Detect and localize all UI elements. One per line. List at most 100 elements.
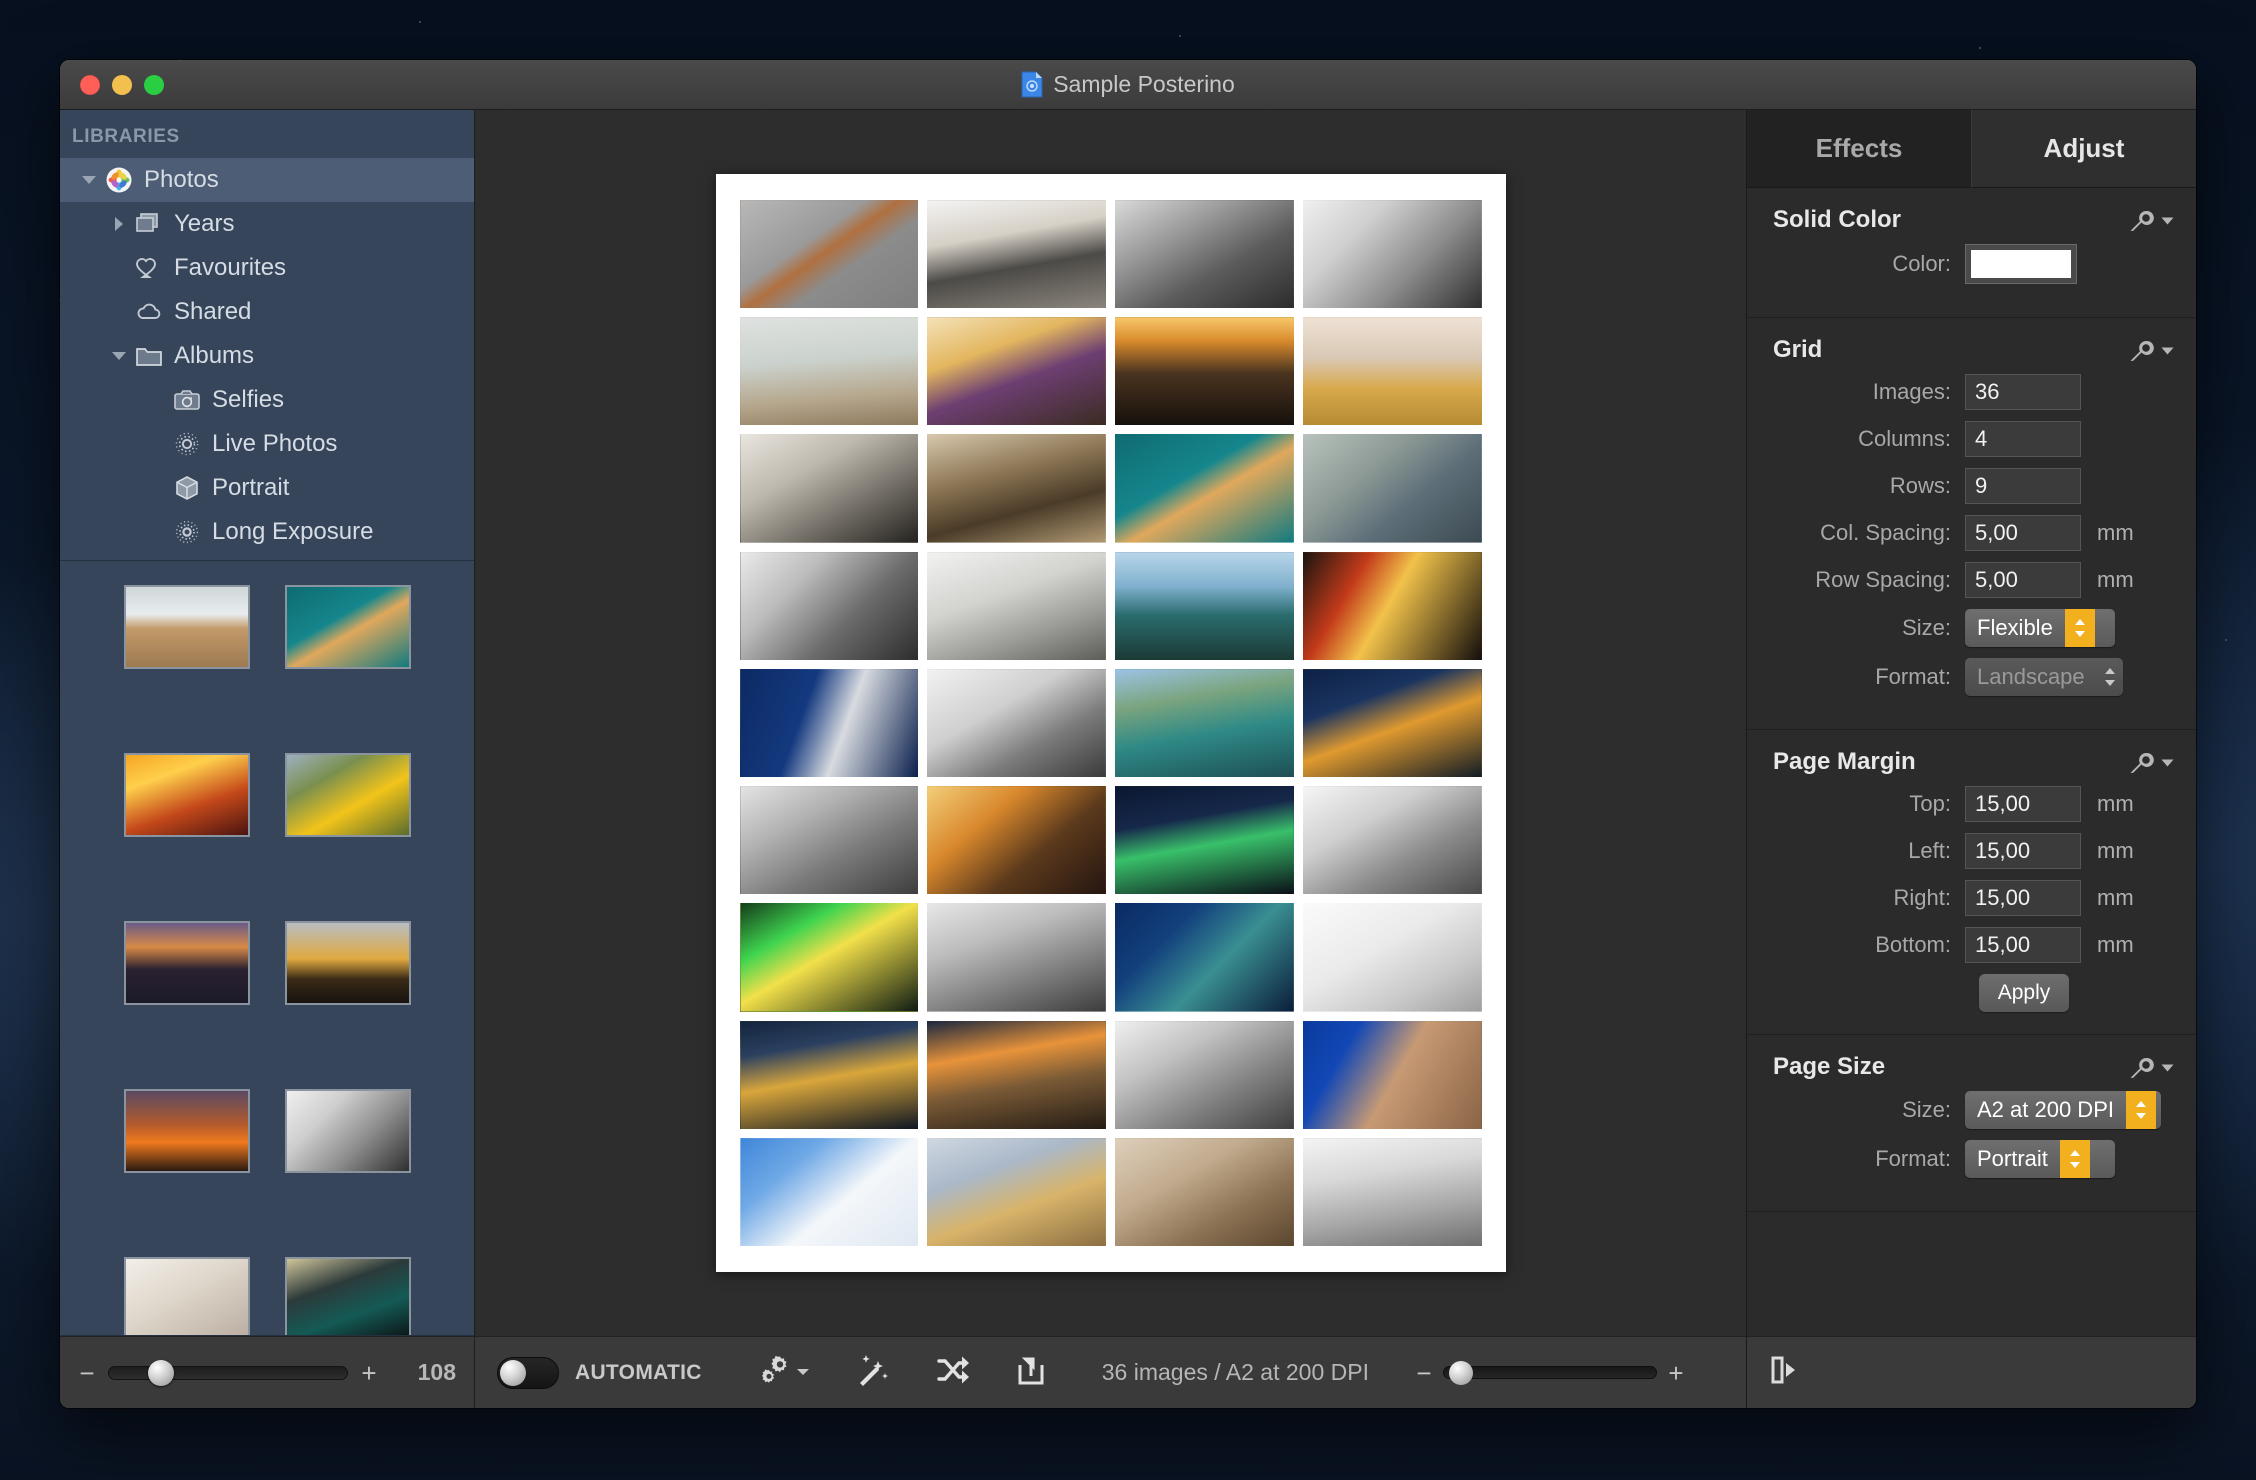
color-swatch-button[interactable] bbox=[1965, 244, 2077, 284]
format-select[interactable]: Portrait bbox=[1965, 1140, 2115, 1178]
thumb-size-increase-button[interactable]: + bbox=[360, 1360, 378, 1386]
poster-cell[interactable] bbox=[1302, 551, 1482, 660]
poster-cell[interactable] bbox=[1302, 786, 1482, 895]
poster-cell[interactable] bbox=[1302, 903, 1482, 1012]
export-share-button[interactable] bbox=[1016, 1354, 1050, 1391]
chevron-down-icon[interactable] bbox=[106, 348, 132, 364]
shuffle-button[interactable] bbox=[936, 1355, 970, 1390]
open-panel-icon[interactable] bbox=[1769, 1353, 1803, 1392]
sidebar-item-photos[interactable]: Photos bbox=[60, 158, 474, 202]
poster-page[interactable] bbox=[715, 174, 1506, 1272]
col-spacing-input[interactable]: 5,00 bbox=[1965, 515, 2081, 551]
poster-cell[interactable] bbox=[739, 434, 919, 543]
browser-thumbnail[interactable] bbox=[284, 585, 411, 669]
poster-cell[interactable] bbox=[1302, 200, 1482, 309]
rows-input[interactable]: 9 bbox=[1965, 468, 2081, 504]
wrench-icon[interactable] bbox=[2127, 209, 2174, 231]
size-select[interactable]: Flexible bbox=[1965, 609, 2115, 647]
magic-wand-button[interactable] bbox=[856, 1353, 890, 1392]
settings-gear-button[interactable] bbox=[758, 1354, 810, 1391]
poster-cell[interactable] bbox=[1115, 317, 1294, 426]
zoom-slider-knob[interactable] bbox=[1448, 1360, 1473, 1385]
sidebar-item-portrait[interactable]: Portrait bbox=[60, 466, 474, 510]
zoom-out-button[interactable]: − bbox=[1415, 1360, 1433, 1386]
thumb-size-decrease-button[interactable]: − bbox=[78, 1360, 96, 1386]
zoom-slider[interactable] bbox=[1442, 1360, 1657, 1385]
size-select[interactable]: A2 at 200 DPI bbox=[1965, 1091, 2161, 1129]
browser-thumbnail[interactable] bbox=[123, 921, 250, 1005]
apply-button[interactable]: Apply bbox=[1979, 974, 2069, 1012]
poster-cell[interactable] bbox=[1115, 786, 1294, 895]
thumbnail-size-slider[interactable] bbox=[108, 1359, 348, 1386]
sidebar-item-favourites[interactable]: Favourites bbox=[60, 246, 474, 290]
sidebar-item-shared[interactable]: Shared bbox=[60, 290, 474, 334]
right-input[interactable]: 15,00 bbox=[1965, 880, 2081, 916]
browser-thumbnail[interactable] bbox=[284, 753, 411, 837]
poster-cell[interactable] bbox=[1115, 1137, 1294, 1246]
wrench-icon[interactable] bbox=[2127, 1056, 2174, 1078]
poster-cell[interactable] bbox=[927, 1020, 1106, 1129]
poster-cell[interactable] bbox=[739, 668, 919, 778]
poster-cell[interactable] bbox=[1302, 317, 1482, 426]
browser-thumbnail[interactable] bbox=[284, 1089, 411, 1173]
browser-thumbnail[interactable] bbox=[284, 1257, 411, 1335]
sidebar-item-live-photos[interactable]: Live Photos bbox=[60, 422, 474, 466]
poster-cell[interactable] bbox=[927, 200, 1106, 309]
sidebar-item-albums[interactable]: Albums bbox=[60, 334, 474, 378]
sidebar-item-years[interactable]: Years bbox=[60, 202, 474, 246]
bottom-input[interactable]: 15,00 bbox=[1965, 927, 2081, 963]
browser-thumbnail[interactable] bbox=[123, 1089, 250, 1173]
poster-cell[interactable] bbox=[739, 786, 919, 895]
poster-cell[interactable] bbox=[1302, 1137, 1482, 1246]
poster-cell[interactable] bbox=[1302, 1020, 1482, 1129]
minimize-button[interactable] bbox=[112, 74, 132, 95]
stepper-arrows-icon[interactable] bbox=[2125, 1091, 2156, 1129]
wrench-icon[interactable] bbox=[2127, 751, 2174, 773]
poster-cell[interactable] bbox=[1115, 551, 1294, 660]
browser-thumbnail[interactable] bbox=[123, 585, 250, 669]
canvas-area[interactable] bbox=[475, 110, 1746, 1336]
browser-thumbnail[interactable] bbox=[123, 753, 250, 837]
zoom-button[interactable] bbox=[144, 74, 164, 95]
poster-cell[interactable] bbox=[739, 1020, 919, 1129]
poster-cell[interactable] bbox=[739, 903, 919, 1012]
thumbnail-size-slider-knob[interactable] bbox=[148, 1359, 175, 1386]
poster-cell[interactable] bbox=[927, 1137, 1106, 1246]
tab-adjust[interactable]: Adjust bbox=[1972, 110, 2196, 188]
poster-cell[interactable] bbox=[927, 668, 1106, 778]
close-button[interactable] bbox=[80, 74, 100, 95]
top-input[interactable]: 15,00 bbox=[1965, 786, 2081, 822]
poster-cell[interactable] bbox=[1115, 434, 1294, 543]
row-spacing-input[interactable]: 5,00 bbox=[1965, 562, 2081, 598]
chevron-right-icon[interactable] bbox=[106, 215, 132, 233]
poster-cell[interactable] bbox=[1115, 903, 1294, 1012]
stepper-arrows-icon[interactable] bbox=[2059, 1140, 2090, 1178]
chevron-down-icon[interactable] bbox=[76, 172, 102, 188]
poster-cell[interactable] bbox=[927, 317, 1106, 426]
images-input[interactable]: 36 bbox=[1965, 374, 2081, 410]
poster-cell[interactable] bbox=[1302, 668, 1482, 778]
poster-cell[interactable] bbox=[739, 1137, 919, 1246]
poster-cell[interactable] bbox=[1302, 434, 1482, 543]
browser-thumbnail[interactable] bbox=[284, 921, 411, 1005]
poster-cell[interactable] bbox=[1115, 200, 1294, 309]
photo-browser[interactable] bbox=[60, 560, 474, 1336]
poster-cell[interactable] bbox=[1115, 668, 1294, 778]
tab-effects[interactable]: Effects bbox=[1747, 110, 1972, 188]
poster-cell[interactable] bbox=[927, 786, 1106, 895]
wrench-icon[interactable] bbox=[2127, 339, 2174, 361]
automatic-toggle[interactable] bbox=[497, 1356, 559, 1389]
left-input[interactable]: 15,00 bbox=[1965, 833, 2081, 869]
poster-cell[interactable] bbox=[1115, 1020, 1294, 1129]
browser-thumbnail[interactable] bbox=[123, 1257, 250, 1335]
zoom-in-button[interactable]: + bbox=[1667, 1360, 1685, 1386]
poster-cell[interactable] bbox=[739, 317, 919, 426]
poster-cell[interactable] bbox=[739, 200, 919, 309]
sidebar-item-long-exposure[interactable]: Long Exposure bbox=[60, 510, 474, 554]
columns-input[interactable]: 4 bbox=[1965, 421, 2081, 457]
stepper-arrows-icon[interactable] bbox=[2064, 609, 2095, 647]
poster-cell[interactable] bbox=[927, 903, 1106, 1012]
poster-cell[interactable] bbox=[927, 551, 1106, 660]
poster-cell[interactable] bbox=[739, 551, 919, 660]
poster-cell[interactable] bbox=[927, 434, 1106, 543]
